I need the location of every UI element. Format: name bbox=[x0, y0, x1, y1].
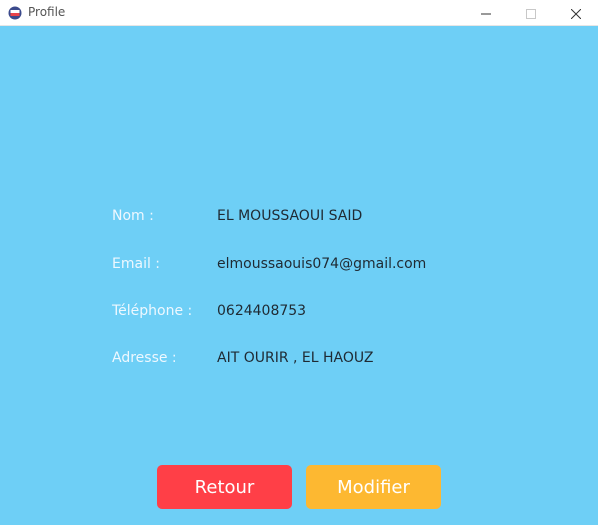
close-button[interactable] bbox=[553, 0, 598, 26]
profile-window: Profile Nom : EL MOUSSAOUI SAID Email : … bbox=[0, 0, 598, 525]
modifier-button[interactable]: Modifier bbox=[306, 465, 441, 509]
email-value: elmoussaouis074@gmail.com bbox=[217, 256, 427, 272]
minimize-icon bbox=[481, 4, 491, 23]
minimize-button[interactable] bbox=[463, 0, 509, 26]
email-label: Email : bbox=[112, 256, 161, 272]
maximize-icon bbox=[526, 4, 536, 23]
adresse-label: Adresse : bbox=[112, 350, 177, 366]
telephone-value: 0624408753 bbox=[217, 303, 307, 319]
profile-app-icon bbox=[8, 5, 22, 20]
title-bar: Profile bbox=[0, 0, 598, 26]
telephone-label: Téléphone : bbox=[112, 303, 193, 319]
retour-button[interactable]: Retour bbox=[157, 465, 292, 509]
maximize-button[interactable] bbox=[508, 0, 554, 26]
nom-label: Nom : bbox=[112, 208, 154, 224]
nom-value: EL MOUSSAOUI SAID bbox=[217, 208, 363, 224]
adresse-value: AIT OURIR , EL HAOUZ bbox=[217, 350, 374, 366]
window-title: Profile bbox=[28, 5, 66, 19]
close-icon bbox=[570, 4, 582, 23]
